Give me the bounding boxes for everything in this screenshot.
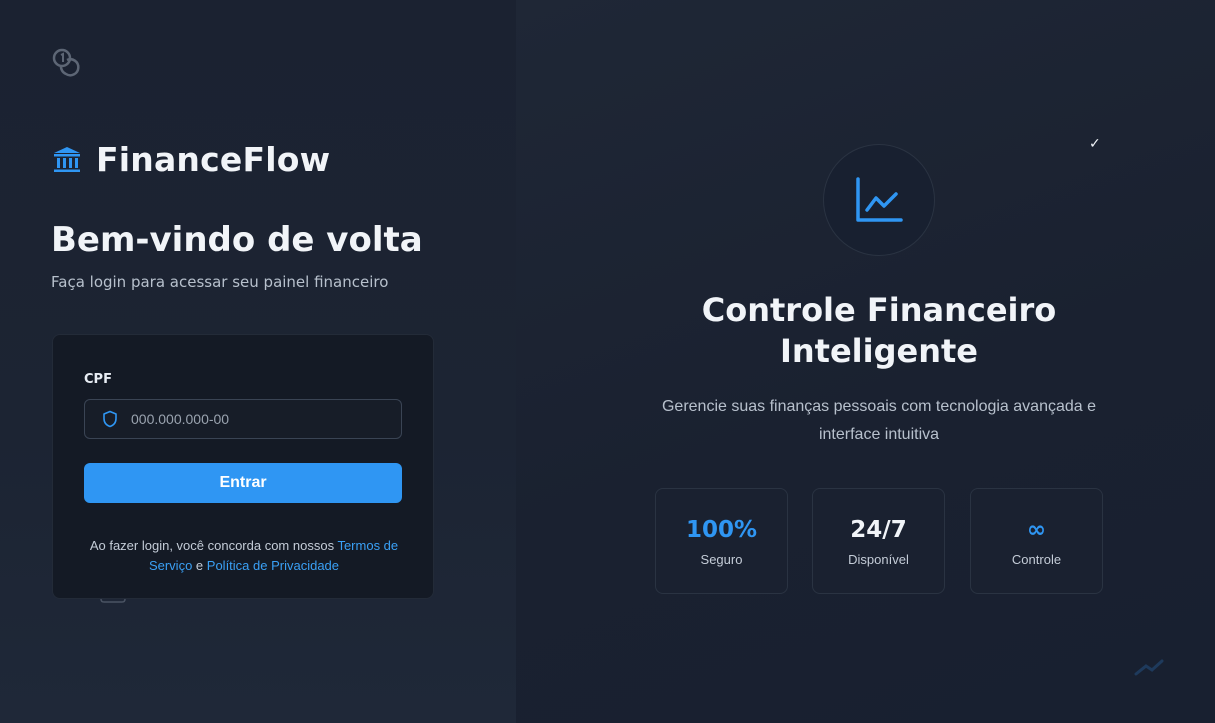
privacy-link[interactable]: Política de Privacidade xyxy=(207,558,339,573)
brand-name: FinanceFlow xyxy=(96,140,331,179)
cpf-label: CPF xyxy=(84,372,112,387)
page-subtitle: Faça login para acessar seu painel finan… xyxy=(51,273,389,291)
hero-title-line2: Inteligente xyxy=(779,332,978,370)
line-chart-icon xyxy=(856,177,903,222)
chart-badge xyxy=(823,144,935,256)
cpf-field[interactable] xyxy=(84,399,402,439)
stat-card-availability: 24/7 Disponível xyxy=(812,488,945,594)
coins-icon xyxy=(52,48,80,77)
login-card: CPF Entrar Ao fazer login, você concorda… xyxy=(52,334,434,599)
stat-value: 100% xyxy=(685,517,758,543)
stat-value: 24/7 xyxy=(850,517,907,543)
shield-icon xyxy=(103,410,117,428)
page-title: Bem-vindo de volta xyxy=(51,220,423,260)
hero-title-line1: Controle Financeiro xyxy=(701,291,1057,329)
brand: FinanceFlow xyxy=(52,140,330,179)
stat-value: ∞ xyxy=(1026,517,1047,543)
hero-description: Gerencie suas finanças pessoais com tecn… xyxy=(661,398,1097,443)
cpf-input[interactable] xyxy=(131,411,391,427)
terms-prefix: Ao fazer login, você concorda com nossos xyxy=(89,538,338,553)
stat-label: Controle xyxy=(1011,552,1062,567)
stat-label: Seguro xyxy=(700,552,743,567)
trend-arrow-icon xyxy=(1134,659,1164,676)
stat-card-control: ∞ Controle xyxy=(970,488,1103,594)
check-icon: ✓ xyxy=(1089,136,1101,152)
bank-icon xyxy=(54,146,80,172)
terms-middle: e xyxy=(192,558,207,573)
login-button[interactable]: Entrar xyxy=(84,463,402,503)
stat-card-secure: 100% Seguro xyxy=(655,488,788,594)
stat-label: Disponível xyxy=(848,552,909,567)
terms-text: Ao fazer login, você concorda com nossos… xyxy=(81,536,407,576)
handle-icon xyxy=(100,598,126,603)
hero-title: Controle Financeiro Inteligente xyxy=(640,290,1118,372)
